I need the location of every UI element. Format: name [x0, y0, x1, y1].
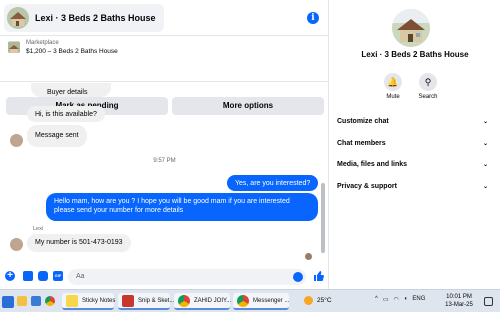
windows-icon: [2, 295, 14, 308]
message-incoming: My number is 501-473-0193: [27, 234, 131, 252]
marketplace-banner: Marketplace $1,200 – 3 Beds 2 Baths Hous…: [0, 37, 329, 115]
conversation-title: Lexi · 3 Beds 2 Baths House: [35, 12, 156, 23]
conversation-title-button[interactable]: Lexi · 3 Beds 2 Baths House: [4, 3, 164, 32]
file-explorer-icon[interactable]: [17, 296, 27, 306]
taskbar-app-sticky-notes[interactable]: Sticky Notes: [62, 293, 116, 310]
chat-pane: Lexi · 3 Beds 2 Baths House i Marketplac…: [0, 0, 329, 289]
snip-sketch-icon: [122, 294, 134, 307]
scrollbar[interactable]: [321, 183, 325, 253]
chrome-icon: [237, 294, 249, 307]
taskbar-app-chrome-messenger[interactable]: Messenger ...: [233, 293, 289, 310]
listing-thumbnail[interactable]: [8, 41, 20, 53]
taskbar-app-label: Snip & Sket...: [138, 297, 175, 304]
menu-label: Chat members: [337, 140, 386, 147]
menu-label: Media, files and links: [337, 161, 408, 168]
mute-label: Mute: [386, 94, 400, 100]
listing-title[interactable]: $1,200 – 3 Beds 2 Baths House: [26, 48, 118, 55]
details-pane: Lexi · 3 Beds 2 Baths House 🔔 Mute ⚲ Sea…: [330, 0, 500, 289]
details-title: Lexi · 3 Beds 2 Baths House: [361, 50, 469, 59]
sticky-notes-icon: [66, 294, 78, 307]
taskbar-app-label: Messenger ...: [253, 297, 290, 304]
windows-start-button[interactable]: [2, 293, 14, 310]
menu-label: Privacy & support: [337, 183, 397, 190]
volume-icon[interactable]: ◖: [404, 296, 408, 303]
weather-temp: 25°C: [317, 297, 332, 304]
chevron-down-icon: ⌄: [482, 184, 488, 190]
message-outgoing: Yes, are you interested?: [227, 175, 319, 191]
menu-customize-chat[interactable]: Customize chat ⌄: [337, 118, 492, 125]
message-incoming: Message sent: [27, 125, 87, 147]
taskbar: Sticky Notes Snip & Sket... ZAHID JOIY..…: [0, 289, 500, 312]
system-tray[interactable]: ^ ▭ ◠ ◖ ENG: [375, 296, 425, 303]
buyer-details-button[interactable]: Buyer details: [31, 83, 111, 97]
message-outgoing: Hello mam, how are you ? I hope you will…: [46, 193, 318, 221]
sticker-icon[interactable]: [38, 271, 48, 281]
menu-media-files-links[interactable]: Media, files and links ⌄: [337, 161, 492, 168]
message-input[interactable]: Aa: [68, 269, 306, 285]
taskbar-app-label: Sticky Notes: [82, 297, 116, 304]
search-label: Search: [418, 94, 438, 100]
timestamp: 9:57 PM: [153, 158, 176, 164]
message-incoming: Hi, is this available?: [27, 106, 105, 122]
gif-icon[interactable]: GIF: [53, 271, 63, 281]
menu-privacy-support[interactable]: Privacy & support ⌄: [337, 183, 492, 190]
taskbar-app-chrome-zahid[interactable]: ZAHID JOIY...: [174, 293, 232, 310]
composer: + GIF Aa: [0, 266, 329, 289]
clock-time: 10:01 PM: [446, 294, 472, 300]
chevron-down-icon: ⌄: [482, 162, 488, 168]
task-view-icon[interactable]: [31, 296, 41, 306]
house-avatar-large[interactable]: [392, 9, 430, 47]
clock-date: 13-Mar-25: [445, 302, 473, 308]
chrome-icon[interactable]: [45, 296, 55, 306]
emoji-icon[interactable]: [293, 272, 303, 282]
notification-icon[interactable]: [484, 297, 493, 306]
wifi-icon[interactable]: ◠: [394, 296, 399, 303]
taskbar-app-snip-sketch[interactable]: Snip & Sket...: [118, 293, 174, 310]
mute-button[interactable]: 🔔 Mute: [373, 73, 413, 100]
bell-icon: 🔔: [384, 73, 402, 91]
language-indicator[interactable]: ENG: [412, 296, 425, 303]
search-button[interactable]: ⚲ Search: [408, 73, 448, 100]
thumbs-up-icon[interactable]: [313, 270, 324, 282]
taskbar-app-label: ZAHID JOIY...: [194, 297, 232, 304]
message-placeholder: Aa: [76, 273, 85, 280]
message-list: Buyer details Hi, is this available? Mes…: [0, 83, 329, 266]
marketplace-label: Marketplace: [26, 40, 59, 46]
screen: Lexi · 3 Beds 2 Baths House i Marketplac…: [0, 0, 500, 312]
network-icon[interactable]: ▭: [383, 296, 389, 303]
clock[interactable]: 10:01 PM 13-Mar-25: [441, 293, 477, 309]
menu-label: Customize chat: [337, 118, 389, 125]
search-icon: ⚲: [419, 73, 437, 91]
seen-indicator-avatar: [305, 253, 312, 260]
plus-icon[interactable]: +: [5, 271, 15, 281]
chevron-down-icon: ⌄: [482, 119, 488, 125]
chevron-down-icon: ⌄: [482, 141, 488, 147]
sender-avatar[interactable]: [10, 134, 23, 147]
chrome-icon: [178, 294, 190, 307]
photo-icon[interactable]: [23, 271, 33, 281]
weather-widget[interactable]: 25°C: [304, 296, 332, 305]
chat-header: Lexi · 3 Beds 2 Baths House i: [0, 0, 329, 36]
menu-chat-members[interactable]: Chat members ⌄: [337, 140, 492, 147]
sun-icon: [304, 296, 313, 305]
house-avatar: [7, 6, 29, 29]
chevron-up-icon[interactable]: ^: [375, 296, 378, 303]
sender-name: Lexi: [33, 226, 44, 232]
info-icon[interactable]: i: [307, 12, 319, 24]
sender-avatar[interactable]: [10, 238, 23, 251]
